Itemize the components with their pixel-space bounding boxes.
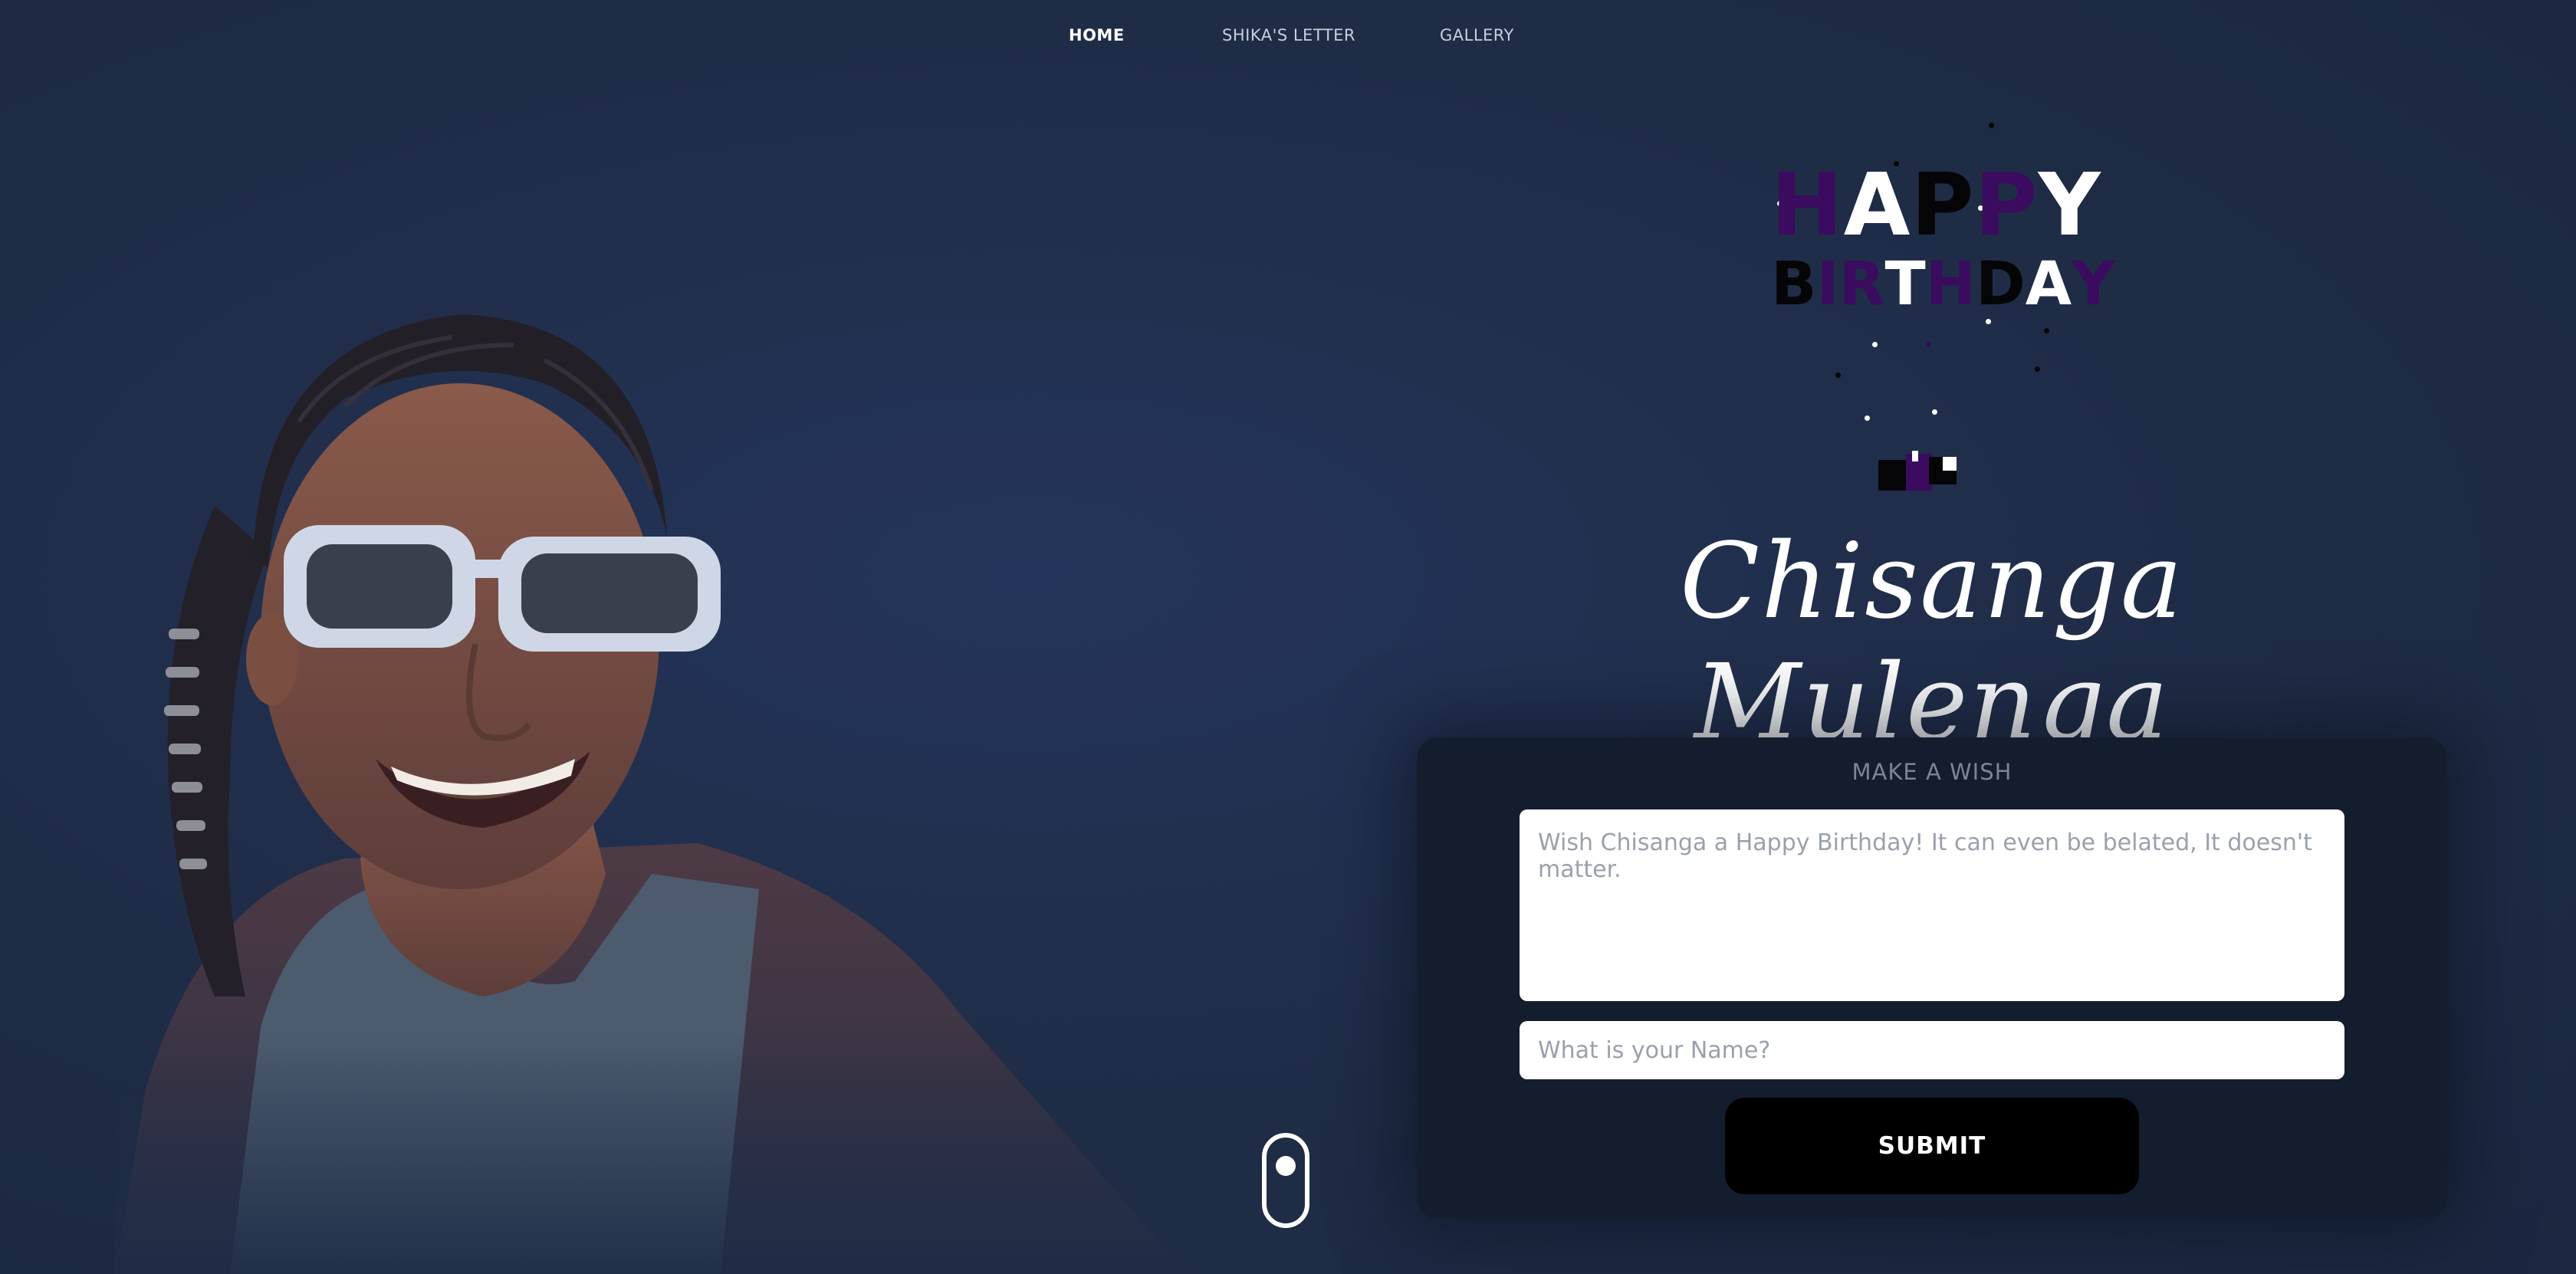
confetti-star xyxy=(1989,123,1994,128)
confetti-star xyxy=(2044,328,2049,333)
wish-form-heading: MAKE A WISH xyxy=(1852,759,2013,785)
confetti-star xyxy=(1932,409,1937,415)
confetti-star xyxy=(1835,373,1841,378)
confetti-star xyxy=(1872,342,1878,347)
nav-home[interactable]: HOME xyxy=(1069,26,1125,44)
birthday-title: BIRTHDAY xyxy=(1771,250,2115,319)
confetti-star xyxy=(1986,319,1991,324)
wisher-name-input[interactable] xyxy=(1520,1021,2344,1079)
birthday-person-name: Chisanga Mulenga xyxy=(1680,521,2184,763)
top-nav: HOME SHIKA'S LETTER GALLERY xyxy=(0,23,2576,54)
scroll-dot-icon xyxy=(1276,1156,1296,1176)
gift-icon xyxy=(1878,451,1957,491)
wish-message-textarea[interactable] xyxy=(1520,809,2344,1001)
confetti-star xyxy=(1926,342,1931,347)
happy-title: HAPPY xyxy=(1771,156,2101,255)
nav-shikas-letter[interactable]: SHIKA'S LETTER xyxy=(1222,26,1355,44)
wish-form-card: MAKE A WISH SUBMIT xyxy=(1417,737,2447,1219)
portrait-photo xyxy=(115,307,1342,1274)
confetti-star xyxy=(2035,366,2040,372)
nav-gallery[interactable]: GALLERY xyxy=(1440,26,1514,44)
happy-birthday-art: HAPPY BIRTHDAY xyxy=(1756,115,2124,498)
confetti-star xyxy=(1865,415,1870,421)
scroll-down-indicator[interactable] xyxy=(1262,1133,1309,1228)
submit-wish-button[interactable]: SUBMIT xyxy=(1725,1098,2139,1194)
home-page: HOME SHIKA'S LETTER GALLERY HAPPY BIRTHD… xyxy=(0,0,2576,1274)
